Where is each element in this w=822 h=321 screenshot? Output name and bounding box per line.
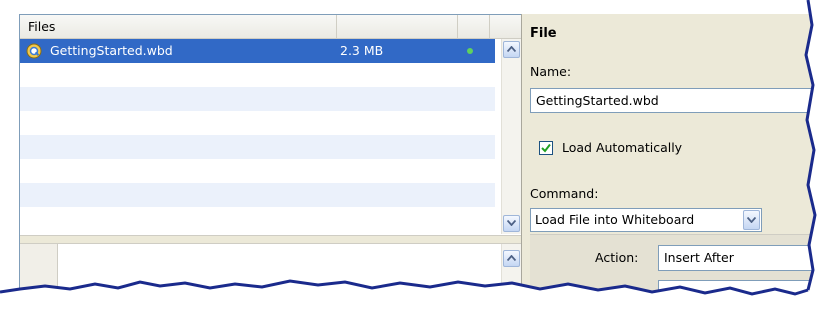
list-item <box>20 207 495 234</box>
files-panel: Files GettingStarted.wbd 2.3 MB <box>19 14 523 290</box>
column-header-status[interactable] <box>458 15 490 38</box>
name-label: Name: <box>530 64 572 79</box>
scroll-up-icon <box>507 255 516 261</box>
panel-title: File <box>530 26 557 41</box>
load-automatically-checkbox[interactable] <box>539 141 553 155</box>
check-icon <box>541 143 551 153</box>
status-dot <box>467 48 473 54</box>
list-item <box>20 159 495 183</box>
chevron-down-icon <box>747 217 756 223</box>
action-field[interactable]: Insert After <box>658 245 822 271</box>
column-header-size[interactable] <box>337 15 458 38</box>
files-header-label: Files <box>28 19 56 34</box>
lower-pane-scrollbar[interactable] <box>501 244 522 289</box>
list-item <box>20 63 495 87</box>
lower-pane <box>20 244 522 289</box>
target-screen-label: Target Screen: <box>528 288 618 303</box>
scroll-up-icon <box>507 46 516 52</box>
file-properties-panel: File Name: GettingStarted.wbd Load Autom… <box>521 14 822 306</box>
scroll-down-button[interactable] <box>503 215 520 232</box>
list-item <box>20 135 495 159</box>
name-field[interactable]: GettingStarted.wbd <box>530 88 820 113</box>
scroll-down-icon <box>507 220 516 226</box>
lower-pane-gutter <box>20 244 58 289</box>
target-screen-field[interactable] <box>658 280 822 306</box>
scroll-up-button[interactable] <box>503 41 520 58</box>
files-header: Files <box>20 15 522 39</box>
command-dropdown-button[interactable] <box>743 210 760 230</box>
command-select-value: Load File into Whiteboard <box>535 212 695 227</box>
list-item <box>20 111 495 135</box>
command-select[interactable]: Load File into Whiteboard <box>530 208 762 232</box>
command-label: Command: <box>530 186 599 201</box>
file-list: GettingStarted.wbd 2.3 MB <box>20 39 495 234</box>
list-item <box>20 183 495 207</box>
panel-splitter[interactable] <box>20 235 522 244</box>
file-list-scrollbar[interactable] <box>501 39 522 234</box>
file-size: 2.3 MB <box>340 43 384 58</box>
file-row[interactable]: GettingStarted.wbd 2.3 MB <box>20 39 495 63</box>
column-header-files[interactable]: Files <box>20 15 337 38</box>
load-automatically-label[interactable]: Load Automatically <box>562 140 682 155</box>
scroll-up-button[interactable] <box>503 250 520 267</box>
file-name: GettingStarted.wbd <box>50 43 173 58</box>
action-label: Action: <box>595 250 639 265</box>
list-item <box>20 87 495 111</box>
file-icon <box>26 43 42 62</box>
